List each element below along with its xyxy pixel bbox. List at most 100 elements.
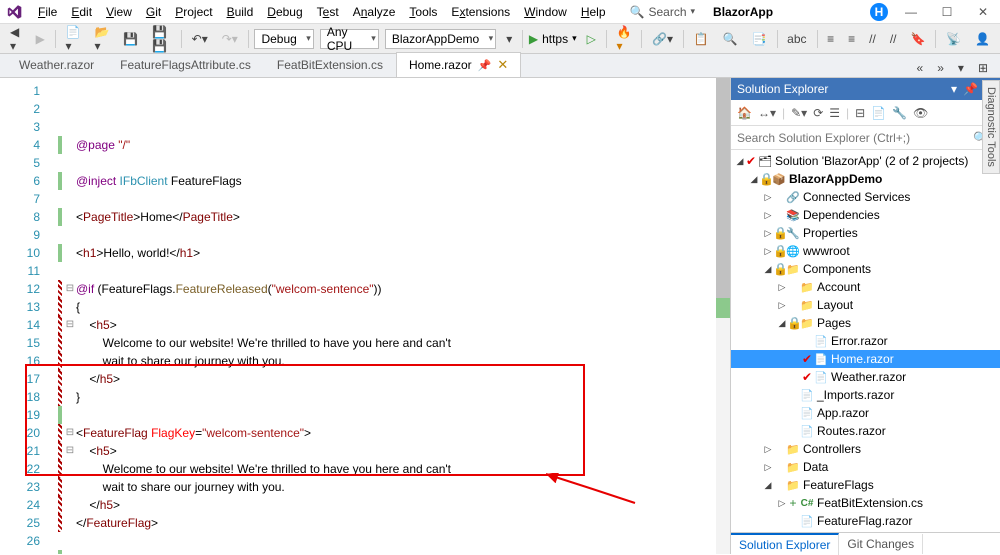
tree-node[interactable]: 📄_Imports.razor [731, 386, 1000, 404]
code-line[interactable] [58, 406, 730, 424]
close-tab-icon[interactable]: ✕ [497, 57, 508, 73]
tree-node[interactable]: 🔒🌐wwwroot [731, 242, 1000, 260]
editor-tab[interactable]: Home.razor📌✕ [396, 52, 521, 77]
panel-options-icon[interactable]: ▾ [951, 82, 957, 96]
editor-tab[interactable]: FeatureFlagsAttribute.cs [107, 52, 264, 77]
editor-vertical-scrollbar[interactable] [716, 78, 730, 554]
tree-node[interactable]: 📄Error.razor [731, 332, 1000, 350]
code-line[interactable] [58, 226, 730, 244]
tree-node[interactable]: 📁Controllers [731, 440, 1000, 458]
tree-node[interactable]: 📁FeatureFlags [731, 476, 1000, 494]
code-line[interactable]: </h5> [58, 370, 730, 388]
save-button[interactable]: 💾 [119, 30, 142, 48]
tree-node[interactable]: 🔒📁Components [731, 260, 1000, 278]
tree-node[interactable]: ✔📄Home.razor [731, 350, 1000, 368]
menu-window[interactable]: Window [518, 3, 573, 21]
close-window-button[interactable]: ✕ [970, 2, 996, 22]
code-line[interactable]: ⊟ <h5> [58, 316, 730, 334]
open-button[interactable]: 📂▾ [90, 23, 113, 55]
tree-node[interactable]: 📚Dependencies [731, 206, 1000, 224]
menu-tools[interactable]: Tools [403, 3, 443, 21]
tree-node[interactable]: +C#FeatBitExtension.cs [731, 494, 1000, 512]
menu-view[interactable]: View [100, 3, 138, 21]
tb-icon-2[interactable]: 🔍 [719, 30, 742, 48]
code-line[interactable]: ⊟@if (FeatureFlags.FeatureReleased("welc… [58, 280, 730, 298]
tree-node[interactable]: 🔒🔧Properties [731, 224, 1000, 242]
se-switch-views-button[interactable]: ↔▾ [758, 106, 776, 120]
start-without-debug-button[interactable]: ▷ [583, 30, 600, 48]
tree-node[interactable]: 🔗Connected Services [731, 188, 1000, 206]
code-line[interactable]: <PageTitle>Home</PageTitle> [58, 208, 730, 226]
tree-node[interactable]: 📁Data [731, 458, 1000, 476]
pin-icon[interactable]: 📌 [478, 59, 492, 72]
se-properties-button[interactable]: 🔧 [892, 106, 907, 120]
diagnostic-tools-tab[interactable]: Diagnostic Tools [982, 80, 1000, 174]
undo-button[interactable]: ↶▾ [188, 30, 212, 48]
solution-search-input[interactable] [737, 131, 973, 145]
startup-options-button[interactable]: ▾ [502, 30, 516, 48]
tree-node[interactable]: ✔📄Weather.razor [731, 368, 1000, 386]
menu-debug[interactable]: Debug [261, 3, 308, 21]
user-avatar[interactable]: H [870, 3, 888, 21]
code-line[interactable]: Welcome to our website! We're thrilled t… [58, 334, 730, 352]
se-collapse-button[interactable]: ⊟ [855, 106, 865, 120]
nav-forward-button[interactable]: ▶ [32, 30, 49, 48]
code-area[interactable]: @page "/" @inject IFbClient FeatureFlags <… [50, 78, 730, 554]
tree-node[interactable]: 🔒📦BlazorAppDemo [731, 170, 1000, 188]
startup-project-dropdown[interactable]: BlazorAppDemo [385, 29, 496, 49]
se-filter-button[interactable]: ☰ [829, 106, 840, 120]
redo-button[interactable]: ↷▾ [218, 30, 242, 48]
nav-back-button[interactable]: ◀ ▾ [6, 23, 26, 55]
footer-tab-solution-explorer[interactable]: Solution Explorer [731, 533, 839, 555]
save-all-button[interactable]: 💾💾 [148, 23, 175, 55]
tree-node[interactable]: 📁Account [731, 278, 1000, 296]
menu-project[interactable]: Project [169, 3, 218, 21]
se-preview-button[interactable]: 👁 [913, 106, 928, 120]
code-editor[interactable]: 1234567891011121314151617181920212223242… [0, 78, 730, 554]
start-debug-button[interactable]: ▶ https ▾ [529, 32, 577, 46]
tb-icon-4[interactable]: abc [783, 30, 810, 48]
new-project-button[interactable]: 📄▾ [61, 23, 84, 55]
tb-bookmark[interactable]: 🔖 [907, 30, 930, 48]
se-home-button[interactable]: 🏠 [737, 106, 752, 120]
tb-icon-3[interactable]: 📑 [748, 30, 771, 48]
tree-node[interactable]: 📄Routes.razor [731, 422, 1000, 440]
footer-tab-git-changes[interactable]: Git Changes [839, 534, 923, 554]
tab-scroll-left[interactable]: « [913, 59, 928, 77]
code-line[interactable]: ⊟ <h5> [58, 442, 730, 460]
solution-tree[interactable]: ✔🗂Solution 'BlazorApp' (2 of 2 projects)… [731, 150, 1000, 532]
tree-node[interactable]: 📄App.razor [731, 404, 1000, 422]
solution-explorer-search[interactable]: 🔍▾ [731, 126, 1000, 150]
tab-list-button[interactable]: ▾ [954, 59, 968, 77]
code-line[interactable] [58, 190, 730, 208]
minimize-button[interactable]: — [898, 2, 924, 22]
menu-file[interactable]: File [32, 3, 63, 21]
code-line[interactable]: wait to share our journey with you. [58, 352, 730, 370]
se-pending-changes-button[interactable]: ✎▾ [791, 106, 807, 120]
menu-edit[interactable]: Edit [65, 3, 98, 21]
code-line[interactable] [58, 154, 730, 172]
tab-window-options[interactable]: ⊞ [974, 59, 992, 77]
maximize-button[interactable]: ☐ [934, 2, 960, 22]
code-line[interactable]: @page "/" [58, 136, 730, 154]
search-menu[interactable]: 🔍 Search ▾ [624, 3, 702, 21]
platform-dropdown[interactable]: Any CPU [320, 29, 379, 49]
menu-git[interactable]: Git [140, 3, 167, 21]
se-show-all-button[interactable]: 📄 [871, 106, 886, 120]
browser-link-button[interactable]: 🔗▾ [648, 30, 677, 48]
menu-extensions[interactable]: Extensions [445, 3, 516, 21]
menu-analyze[interactable]: Analyze [347, 3, 402, 21]
feedback-button[interactable]: 👤 [971, 30, 994, 48]
menu-test[interactable]: Test [311, 3, 345, 21]
code-line[interactable]: Welcome to our website! We're thrilled t… [58, 460, 730, 478]
code-line[interactable]: wait to share our journey with you. [58, 478, 730, 496]
code-line[interactable]: } [58, 388, 730, 406]
code-line[interactable]: @inject IFbClient FeatureFlags [58, 172, 730, 190]
tb-indent-1[interactable]: ≡ [823, 30, 838, 48]
code-line[interactable] [58, 532, 730, 550]
code-line[interactable]: ⊟<FeatureFlag FlagKey="welcom-sentence"> [58, 424, 730, 442]
editor-tab[interactable]: FeatBitExtension.cs [264, 52, 396, 77]
configuration-dropdown[interactable]: Debug [254, 29, 313, 49]
code-line[interactable]: <h1>Hello, world!</h1> [58, 244, 730, 262]
panel-pin-icon[interactable]: 📌 [963, 82, 978, 96]
